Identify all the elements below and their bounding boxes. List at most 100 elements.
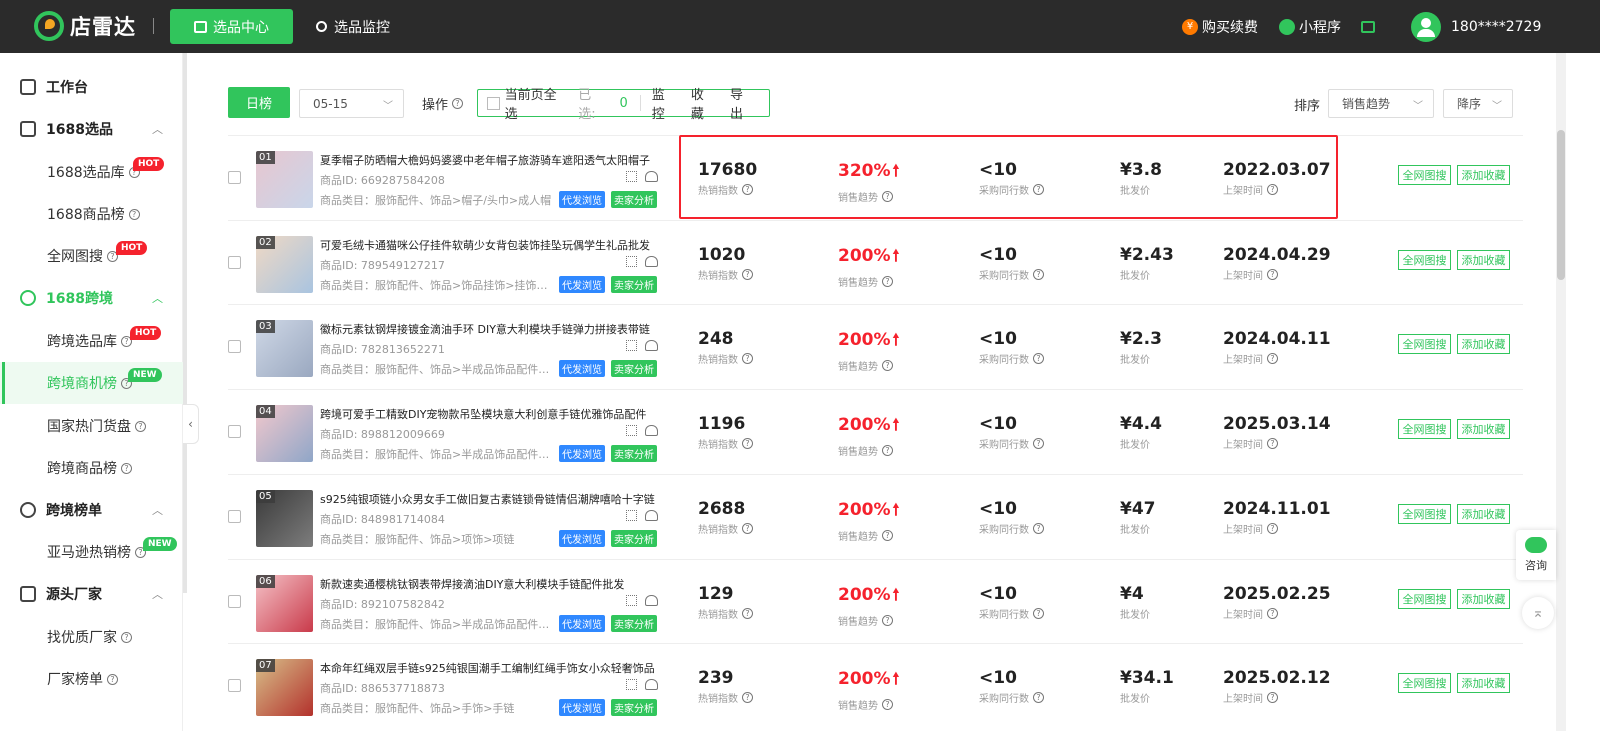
dropship-tag[interactable]: 代发浏览 [559,360,605,378]
add-collect-button[interactable]: 添加收藏 [1457,503,1510,524]
sidebar-item-workbench[interactable]: 工作台 [0,66,183,108]
image-search-button[interactable]: 全网图搜 [1398,588,1451,609]
seller-analysis-tag[interactable]: 卖家分析 [611,445,657,463]
help-icon[interactable]: ? [882,529,893,541]
help-icon[interactable]: ? [742,692,753,704]
add-collect-button[interactable]: 添加收藏 [1457,673,1510,694]
help-icon[interactable]: ? [1267,692,1278,704]
row-checkbox[interactable] [228,594,241,608]
product-title[interactable]: 本命年红绳双层手链s925纯银国潮手工编制红绳手饰女小众轻奢饰品 [320,660,655,676]
help-icon[interactable]: ? [882,699,893,711]
download-icon[interactable] [645,679,658,691]
row-checkbox[interactable] [228,340,241,354]
help-icon[interactable]: ? [742,438,753,450]
image-search-button[interactable]: 全网图搜 [1398,419,1451,440]
dropship-tag[interactable]: 代发浏览 [559,191,605,208]
help-icon[interactable]: ? [1267,522,1278,534]
sidebar-item-amazon[interactable]: 亚马逊热销榜? NEW [0,531,183,573]
sort-order-select[interactable]: 降序 ﹀ [1443,89,1513,118]
sidebar-item-1688-ranking[interactable]: 1688商品榜? [0,193,183,235]
help-icon[interactable]: ? [742,268,753,280]
row-checkbox[interactable] [228,679,241,693]
consult-button[interactable]: 咨询 [1516,530,1556,580]
sidebar-item-find-factory[interactable]: 找优质厂家? [0,616,183,658]
row-checkbox[interactable] [228,509,241,523]
sidebar-group-factory[interactable]: 源头厂家 ︿ [0,573,183,615]
product-image[interactable]: 01 [256,151,313,208]
nav-product-monitor[interactable]: 选品监控 [316,9,390,44]
download-icon[interactable] [645,509,658,521]
export-button[interactable]: 导出 [730,84,755,122]
collect-button[interactable]: 收藏 [691,84,716,122]
download-icon[interactable] [645,594,658,606]
sidebar-item-cross-opportunity[interactable]: 跨境商机榜? NEW [0,362,183,404]
sidebar-item-cross-ranking[interactable]: 跨境商品榜? [0,447,183,489]
seller-analysis-tag[interactable]: 卖家分析 [611,275,657,293]
row-checkbox[interactable] [228,171,241,184]
row-checkbox[interactable] [228,255,241,269]
row-checkbox[interactable] [228,425,241,439]
download-icon[interactable] [645,255,658,267]
sidebar-group-1688[interactable]: 1688选品 ︿ [0,108,183,150]
help-icon[interactable]: ? [1267,268,1278,280]
sidebar-item-cross-library[interactable]: 跨境选品库? HOT [0,320,183,362]
download-icon[interactable] [645,425,658,437]
product-image[interactable]: 05 [256,489,313,547]
sort-field-select[interactable]: 销售趋势 ﹀ [1328,89,1434,118]
image-search-button[interactable]: 全网图搜 [1398,503,1451,524]
qr-code-icon[interactable] [626,594,637,606]
product-title[interactable]: 可爱毛绒卡通猫咪公仔挂件软萌少女背包装饰挂坠玩偶学生礼品批发 [320,237,650,253]
add-collect-button[interactable]: 添加收藏 [1457,249,1510,270]
product-image[interactable]: 04 [256,405,313,463]
seller-analysis-tag[interactable]: 卖家分析 [611,529,657,547]
help-icon[interactable]: ? [742,607,753,619]
download-icon[interactable] [645,340,658,352]
seller-analysis-tag[interactable]: 卖家分析 [611,699,657,717]
qr-code-icon[interactable] [626,340,637,352]
product-title[interactable]: s925纯银项链小众男女手工做旧复古素链锁骨链情侣潮牌嘻哈十字链 [320,491,655,507]
page-scrollbar-thumb[interactable] [1557,130,1565,280]
qr-code-icon[interactable] [626,425,637,437]
image-search-button[interactable]: 全网图搜 [1398,249,1451,270]
logo[interactable]: 店雷达 [34,11,136,41]
sidebar-item-country-hot[interactable]: 国家热门货盘? [0,405,183,447]
seller-analysis-tag[interactable]: 卖家分析 [611,614,657,632]
help-icon[interactable]: ? [1033,522,1044,534]
qr-code-icon[interactable] [626,255,637,267]
seller-analysis-tag[interactable]: 卖家分析 [611,360,657,378]
mini-program-link[interactable]: 小程序 [1279,0,1341,53]
help-icon[interactable]: ? [882,275,893,287]
dropship-tag[interactable]: 代发浏览 [559,529,605,547]
help-icon[interactable]: ? [1267,353,1278,365]
help-icon[interactable]: ? [1033,353,1044,365]
help-icon[interactable]: ? [882,445,893,457]
back-to-top-icon[interactable]: ⌅ [1522,597,1554,629]
collapse-sidebar-icon[interactable]: ‹ [183,404,199,444]
sidebar-scrollbar[interactable] [183,53,187,593]
help-icon[interactable]: ? [882,614,893,626]
add-collect-button[interactable]: 添加收藏 [1457,419,1510,440]
sidebar-item-1688-library[interactable]: 1688选品库? HOT [0,151,183,193]
dropship-tag[interactable]: 代发浏览 [559,445,605,463]
buy-renew-link[interactable]: ¥ 购买续费 [1182,0,1258,53]
nav-product-center[interactable]: 选品中心 [170,9,293,44]
qr-code-icon[interactable] [626,171,637,182]
product-title[interactable]: 跨境可爱手工精致DIY宠物款吊坠模块意大利创意手链优雅饰品配件 [320,406,646,422]
help-icon[interactable]: ? [121,462,132,474]
edit-link[interactable] [1361,0,1375,53]
user-menu[interactable]: 180****2729 [1411,0,1541,53]
help-icon[interactable]: ? [742,522,753,534]
help-icon[interactable]: ? [1033,607,1044,619]
date-select[interactable]: 05-15 ﹀ [299,89,404,118]
sidebar-group-cross-border[interactable]: 1688跨境 ︿ [0,277,183,319]
add-collect-button[interactable]: 添加收藏 [1457,588,1510,609]
daily-ranking-button[interactable]: 日榜 [228,87,290,118]
product-title[interactable]: 新款速卖通樱桃钛钢表带焊接滴油DIY意大利模块手链配件批发 [320,576,624,592]
help-icon[interactable]: ? [1267,607,1278,619]
add-collect-button[interactable]: 添加收藏 [1457,334,1510,355]
product-title[interactable]: 夏季帽子防晒帽大檐妈妈婆婆中老年帽子旅游骑车遮阳透气太阳帽子 [320,152,650,168]
product-image[interactable]: 02 [256,235,313,293]
sidebar-item-factory-ranking[interactable]: 厂家榜单? [0,658,183,700]
image-search-button[interactable]: 全网图搜 [1398,334,1451,355]
dropship-tag[interactable]: 代发浏览 [559,275,605,293]
